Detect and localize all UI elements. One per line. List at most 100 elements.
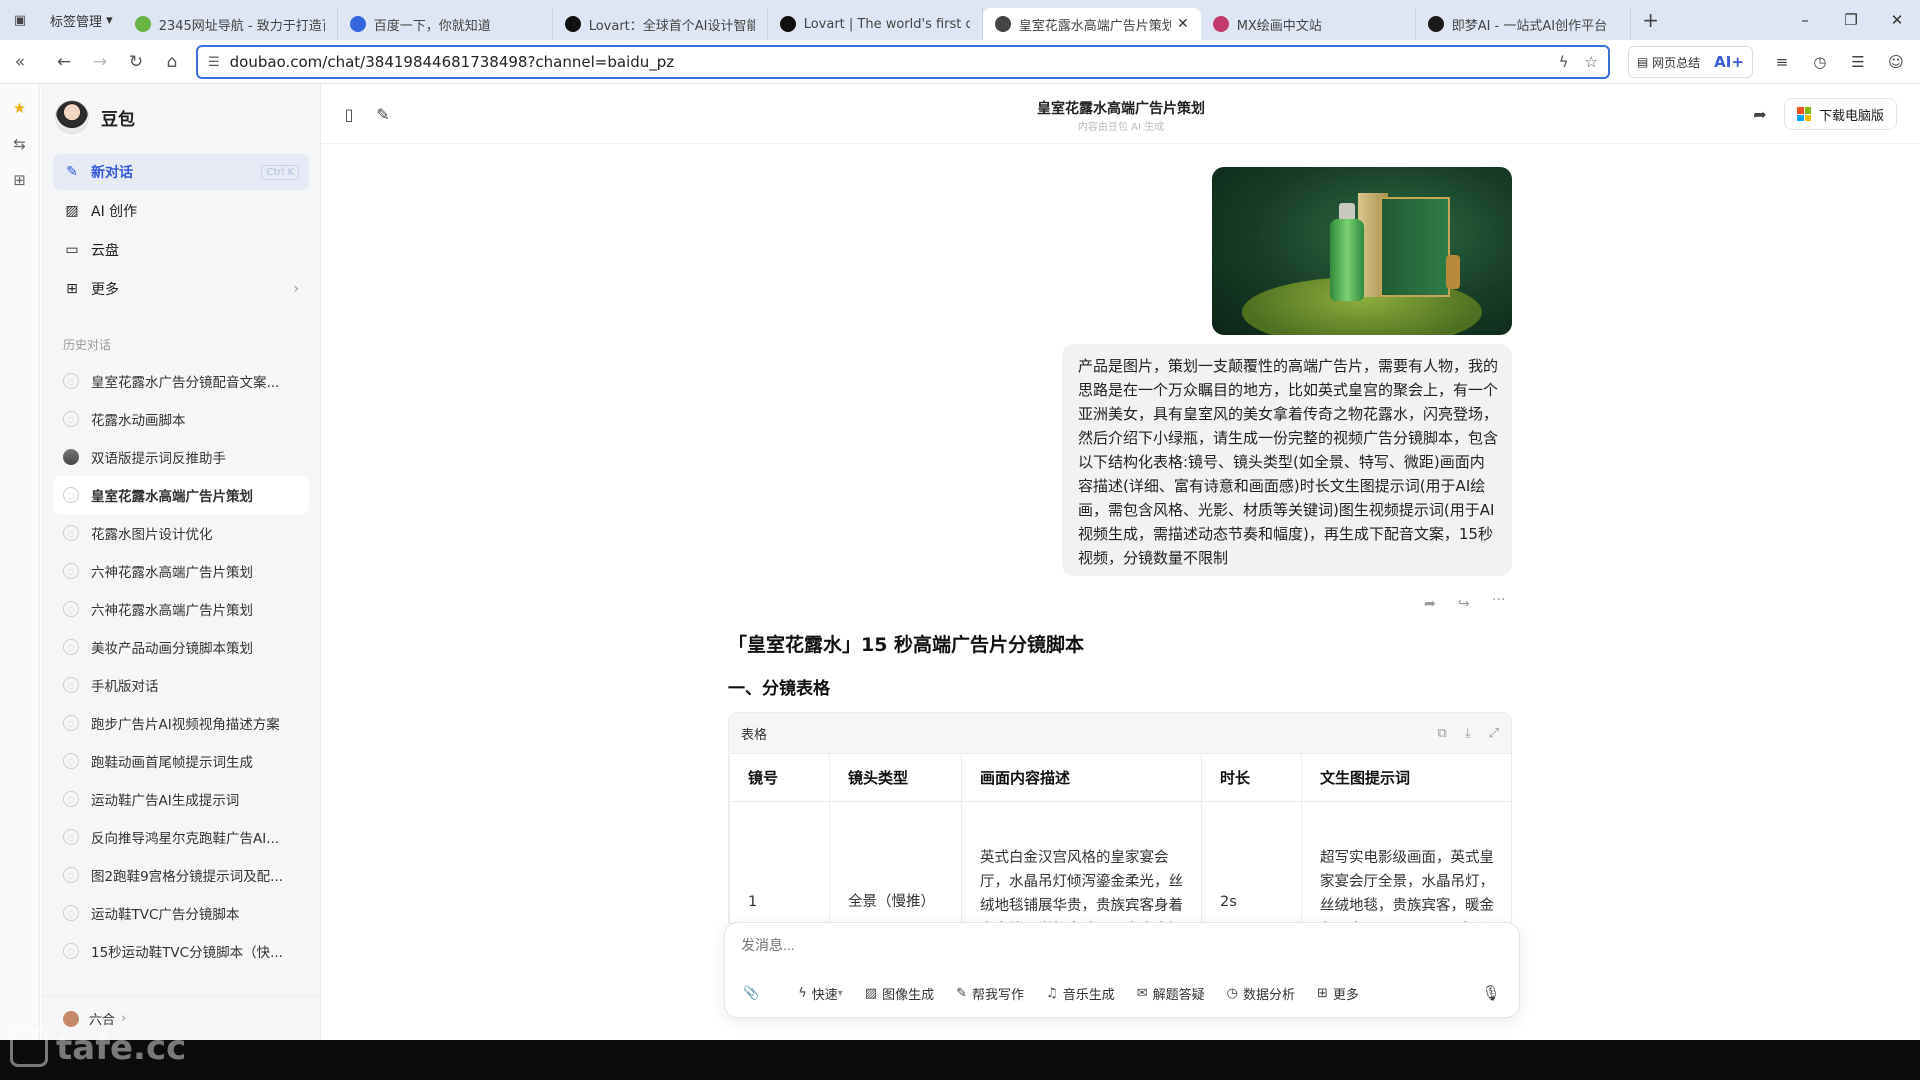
history-item[interactable]: ◌ 皇室花露水高端广告片策划 (53, 476, 309, 514)
history-item-label: 运动鞋广告AI生成提示词 (91, 793, 240, 809)
media-list-icon[interactable]: ≡ (1763, 53, 1801, 71)
browser-tab[interactable]: 2345网址导航 - 致力于打造百年 (123, 8, 338, 40)
menu-item-label: 更多 (91, 282, 119, 298)
table-column-header: 时长 (1201, 753, 1302, 802)
composer-tool-button[interactable]: ϟ 快速 ▾ (790, 979, 851, 1007)
user-message: 产品是图片，策划一支颠覆性的高端广告片，需要有人物，我的思路是在一个万众瞩目的地… (1062, 344, 1512, 576)
paperclip-icon: 📎 (743, 985, 760, 1001)
composer-tool-button[interactable]: ⊞ 更多 (1309, 979, 1367, 1007)
history-icon[interactable]: ◷ (1801, 53, 1839, 71)
image-mini-bottle (1446, 255, 1460, 289)
address-bar[interactable]: ☰ doubao.com/chat/38419844681738498?chan… (196, 45, 1610, 79)
ai-plus-label[interactable]: AI+ (1714, 53, 1744, 71)
history-item[interactable]: ◌ 跑鞋动画首尾帧提示词生成 (53, 742, 309, 780)
brand[interactable]: 豆包 (55, 100, 135, 134)
copy-icon[interactable]: ⧉ (1438, 726, 1447, 741)
collapse-icon[interactable]: « (2, 44, 38, 80)
history-item[interactable]: ◌ 花露水图片设计优化 (53, 514, 309, 552)
browser-tab[interactable]: 即梦AI - 一站式AI创作平台 (1416, 8, 1631, 40)
history-item[interactable]: ◌ 手机版对话 (53, 666, 309, 704)
table-cell-text: 1 (748, 893, 758, 910)
chevron-down-icon: ▾ (837, 987, 843, 999)
share-message-icon[interactable]: ➦ (1424, 596, 1436, 612)
image-green-bottle (1330, 219, 1364, 301)
bookmark-star-icon[interactable]: ☆ (1585, 53, 1598, 71)
history-item[interactable]: ◌ 反向推导鸿星尔克跑鞋广告AI... (53, 818, 309, 856)
composer-tool-button[interactable]: ◷ 数据分析 (1219, 979, 1303, 1007)
history-item[interactable]: ◌ 15秒运动鞋TVC分镜脚本（快... (53, 932, 309, 970)
tab-favicon-icon (779, 16, 796, 32)
history-item[interactable]: ◌ 皇室花露水广告分镜配音文案... (53, 362, 309, 400)
site-info-icon[interactable]: ☰ (208, 55, 220, 70)
close-tab-icon[interactable]: ✕ (1177, 16, 1189, 32)
microphone-icon[interactable]: 🎙 (1477, 979, 1505, 1007)
browser-tab[interactable]: 百度一下，你就知道 (338, 8, 553, 40)
history-item[interactable]: ◌ 运动鞋广告AI生成提示词 (53, 780, 309, 818)
history-title: 历史对话 (63, 338, 112, 352)
browser-tab[interactable]: Lovart | The world's first design (768, 8, 983, 40)
share-icon[interactable]: ➦ (1748, 102, 1772, 126)
close-window-button[interactable]: ✕ (1874, 0, 1920, 40)
restore-button[interactable]: ❐ (1828, 0, 1874, 40)
forward-button[interactable]: → (82, 44, 118, 80)
favorites-star-icon[interactable]: ★ (4, 90, 36, 126)
history-item[interactable]: ◌30秒时尚潮酒广告片分镜设计 (53, 970, 309, 972)
table-column-header: 画面内容描述 (961, 753, 1202, 802)
add-panel-icon[interactable]: ⊞ (4, 162, 36, 198)
storyboard-table-card: 表格 ⧉ ⤓ ⤢ 镜号 镜头类型 画面内容描述 时长 文生图提示词 1 全景（慢推） 英式白… (728, 712, 1512, 924)
tab-group-manager[interactable]: 标签管理 ▾ (40, 0, 123, 40)
chat-bubble-icon: ◌ (63, 563, 79, 579)
profile-icon[interactable]: ☺ (1877, 53, 1915, 71)
home-button[interactable]: ⌂ (154, 44, 190, 80)
expand-icon[interactable]: ⤢ (1489, 726, 1499, 741)
storyboard-table: 镜号 镜头类型 画面内容描述 时长 文生图提示词 1 全景（慢推） 英式白金汉宫风格的皇家宴… (729, 753, 1511, 923)
attach-button[interactable]: 📎 (737, 979, 770, 1007)
user-name: 六合 (89, 1013, 116, 1028)
sidebar-menu-item[interactable]: ▭ 云盘 (53, 232, 309, 268)
history-item[interactable]: ◌ 花露水动画脚本 (53, 400, 309, 438)
composer-tool-button[interactable]: ♫ 音乐生成 (1038, 979, 1123, 1007)
sidebar-menu-item[interactable]: ⊞ 更多 › (53, 271, 309, 307)
chat-bubble-icon: ◌ (63, 601, 79, 617)
history-item[interactable]: ◌ 图2跑鞋9宫格分镜提示词及配... (53, 856, 309, 894)
download-icon[interactable]: ⤓ (1465, 726, 1471, 741)
edit-message-icon[interactable]: ↪ (1458, 596, 1470, 612)
reload-button[interactable]: ↻ (118, 44, 154, 80)
history-item[interactable]: ◌ 六神花露水高端广告片策划 (53, 590, 309, 628)
history-item-label: 美妆产品动画分镜脚本策划 (91, 641, 253, 657)
sidebar-menu-item[interactable]: ✎ 新对话 Ctrl K (53, 154, 309, 190)
page-summary-button[interactable]: ▤ 网页总结 AI+ (1628, 46, 1753, 78)
history-item-label: 皇室花露水广告分镜配音文案... (91, 375, 280, 391)
more-icon[interactable]: ··· (1492, 592, 1505, 608)
url-text: doubao.com/chat/38419844681738498?channe… (229, 53, 675, 71)
menu-icon[interactable]: ☰ (1839, 53, 1877, 71)
new-tab-button[interactable]: + (1631, 0, 1671, 40)
back-button[interactable]: ← (46, 44, 82, 80)
browser-tab[interactable]: MX绘画中文站 (1201, 8, 1416, 40)
history-item[interactable]: ◌ 六神花露水高端广告片策划 (53, 552, 309, 590)
composer-tool-button[interactable]: ▨ 图像生成 (857, 979, 942, 1007)
history-item[interactable]: ◌ 美妆产品动画分镜脚本策划 (53, 628, 309, 666)
browser-tab[interactable]: 皇室花露水高端广告片策划 ✕ (982, 8, 1201, 40)
message-input[interactable] (741, 937, 1481, 953)
browser-tab[interactable]: Lovart：全球首个AI设计智能体 (553, 8, 768, 40)
tab-label: Lovart：全球首个AI设计智能体 (588, 18, 755, 34)
tab-label: 即梦AI - 一站式AI创作平台 (1451, 18, 1608, 34)
history-item[interactable]: ◌ 跑步广告片AI视频视角描述方案 (53, 704, 309, 742)
write-icon: ✎ (956, 985, 968, 1001)
history-item[interactable]: ◌ 运动鞋TVC广告分镜脚本 (53, 894, 309, 932)
history-item[interactable]: 双语版提示词反推助手 (53, 438, 309, 476)
minimize-button[interactable]: – (1782, 0, 1828, 40)
download-label: 下载电脑版 (1819, 108, 1885, 124)
composer-tool-button[interactable]: ✉ 解题答疑 (1129, 979, 1213, 1007)
sidebar-menu-item[interactable]: ▨ AI 创作 (53, 193, 309, 229)
swap-icon[interactable]: ⇆ (4, 126, 36, 162)
lightning-icon[interactable]: ϟ (1559, 53, 1569, 71)
download-desktop-button[interactable]: 下载电脑版 (1784, 98, 1898, 130)
product-image[interactable] (1212, 167, 1512, 335)
tab-label: 皇室花露水高端广告片策划 (1018, 18, 1171, 34)
composer-tool-button[interactable]: ✎ 帮我写作 (948, 979, 1032, 1007)
sidebar-toggle-icon[interactable]: ▣ (0, 0, 40, 40)
tab-favicon-icon (1212, 16, 1229, 32)
chart-icon: ◷ (1226, 985, 1238, 1001)
